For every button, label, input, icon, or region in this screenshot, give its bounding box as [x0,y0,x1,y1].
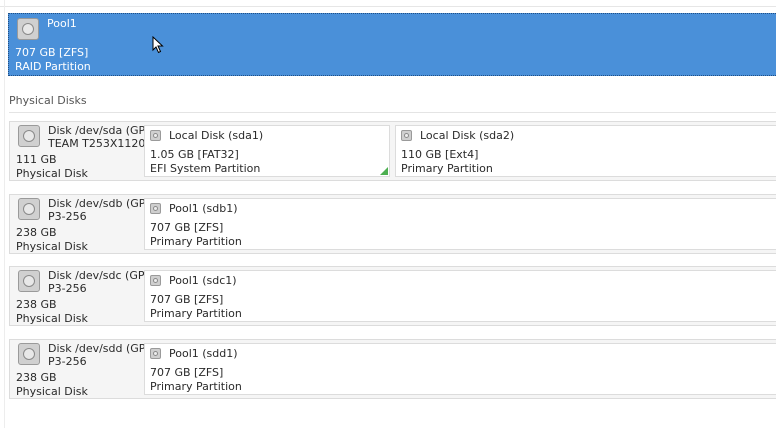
disk-kind: Physical Disk [16,167,88,180]
partition-name: Pool1 (sdc1) [169,274,237,287]
partition-size: 707 GB [ZFS] [150,293,224,306]
hard-disk-icon [18,198,40,220]
partition-icon [150,130,161,141]
disk-name-line1: Disk /dev/sdb (GPT [48,197,144,210]
disk-row-sda[interactable]: Disk /dev/sda (GPT TEAM T253X1120G 111 G… [9,121,776,181]
partition-size: 707 GB [ZFS] [150,366,224,379]
disk-model: P3-256 [48,282,87,295]
partition-size: 707 GB [ZFS] [150,221,224,234]
partition-icon [150,275,161,286]
disk-info[interactable]: Disk /dev/sdc (GPT) P3-256 238 GB Physic… [10,267,144,325]
disk-size: 238 GB [16,298,57,311]
disk-model: TEAM T253X1120G [48,137,144,150]
physical-disks-heading: Physical Disks [9,94,87,107]
left-border [4,0,5,428]
partition-kind: Primary Partition [150,307,242,320]
disk-name: Disk /dev/sdc (GPT) P3-256 [48,269,144,295]
disk-size: 238 GB [16,226,57,239]
disk-name: Disk /dev/sda (GPT TEAM T253X1120G [48,124,144,150]
raid-pool-tile[interactable]: Pool1 707 GB [ZFS] RAID Partition [8,13,776,76]
partition-icon [150,348,161,359]
pool-name: Pool1 [47,17,77,30]
top-divider [0,0,776,7]
disk-name-line1: Disk /dev/sdc (GPT) [48,269,144,282]
disk-info[interactable]: Disk /dev/sda (GPT TEAM T253X1120G 111 G… [10,122,144,180]
pool-size: 707 GB [ZFS] [15,46,89,59]
partition-name: Pool1 (sdd1) [169,347,238,360]
disk-row-sdd[interactable]: Disk /dev/sdd (GPT P3-256 238 GB Physica… [9,339,776,399]
partition-sdb1[interactable]: Pool1 (sdb1) 707 GB [ZFS] Primary Partit… [144,198,776,250]
disk-name-line1: Disk /dev/sdd (GPT [48,342,144,355]
hard-disk-icon [18,270,40,292]
partition-icon [401,130,412,141]
disk-kind: Physical Disk [16,385,88,398]
disk-size: 111 GB [16,153,57,166]
partition-size: 1.05 GB [FAT32] [150,148,239,161]
disk-row-sdb[interactable]: Disk /dev/sdb (GPT P3-256 238 GB Physica… [9,194,776,254]
partition-kind: EFI System Partition [150,162,261,175]
partition-kind: Primary Partition [150,235,242,248]
partition-name: Pool1 (sdb1) [169,202,238,215]
partition-kind: Primary Partition [401,162,493,175]
disk-name-line1: Disk /dev/sda (GPT [48,124,144,137]
mouse-pointer-icon [152,36,164,54]
hard-disk-icon [18,125,40,147]
partition-size: 110 GB [Ext4] [401,148,479,161]
disk-model: P3-256 [48,355,87,368]
disk-info[interactable]: Disk /dev/sdb (GPT P3-256 238 GB Physica… [10,195,144,253]
disk-row-sdc[interactable]: Disk /dev/sdc (GPT) P3-256 238 GB Physic… [9,266,776,326]
disk-size: 238 GB [16,371,57,384]
disk-info[interactable]: Disk /dev/sdd (GPT P3-256 238 GB Physica… [10,340,144,398]
pool-kind: RAID Partition [15,60,91,73]
partition-sdc1[interactable]: Pool1 (sdc1) 707 GB [ZFS] Primary Partit… [144,270,776,322]
disk-model: P3-256 [48,210,87,223]
disk-kind: Physical Disk [16,240,88,253]
partition-name: Local Disk (sda2) [420,129,515,142]
partition-sdd1[interactable]: Pool1 (sdd1) 707 GB [ZFS] Primary Partit… [144,343,776,395]
disk-kind: Physical Disk [16,312,88,325]
partition-icon [150,203,161,214]
partition-sda1[interactable]: Local Disk (sda1) 1.05 GB [FAT32] EFI Sy… [144,125,390,177]
partition-name: Local Disk (sda1) [169,129,264,142]
mount-flag-icon [380,167,388,175]
hard-disk-icon [18,343,40,365]
partition-kind: Primary Partition [150,380,242,393]
hard-disk-icon [17,18,39,40]
disk-name: Disk /dev/sdb (GPT P3-256 [48,197,144,223]
section-divider [9,112,776,113]
partition-sda2[interactable]: Local Disk (sda2) 110 GB [Ext4] Primary … [395,125,776,177]
disk-name: Disk /dev/sdd (GPT P3-256 [48,342,144,368]
